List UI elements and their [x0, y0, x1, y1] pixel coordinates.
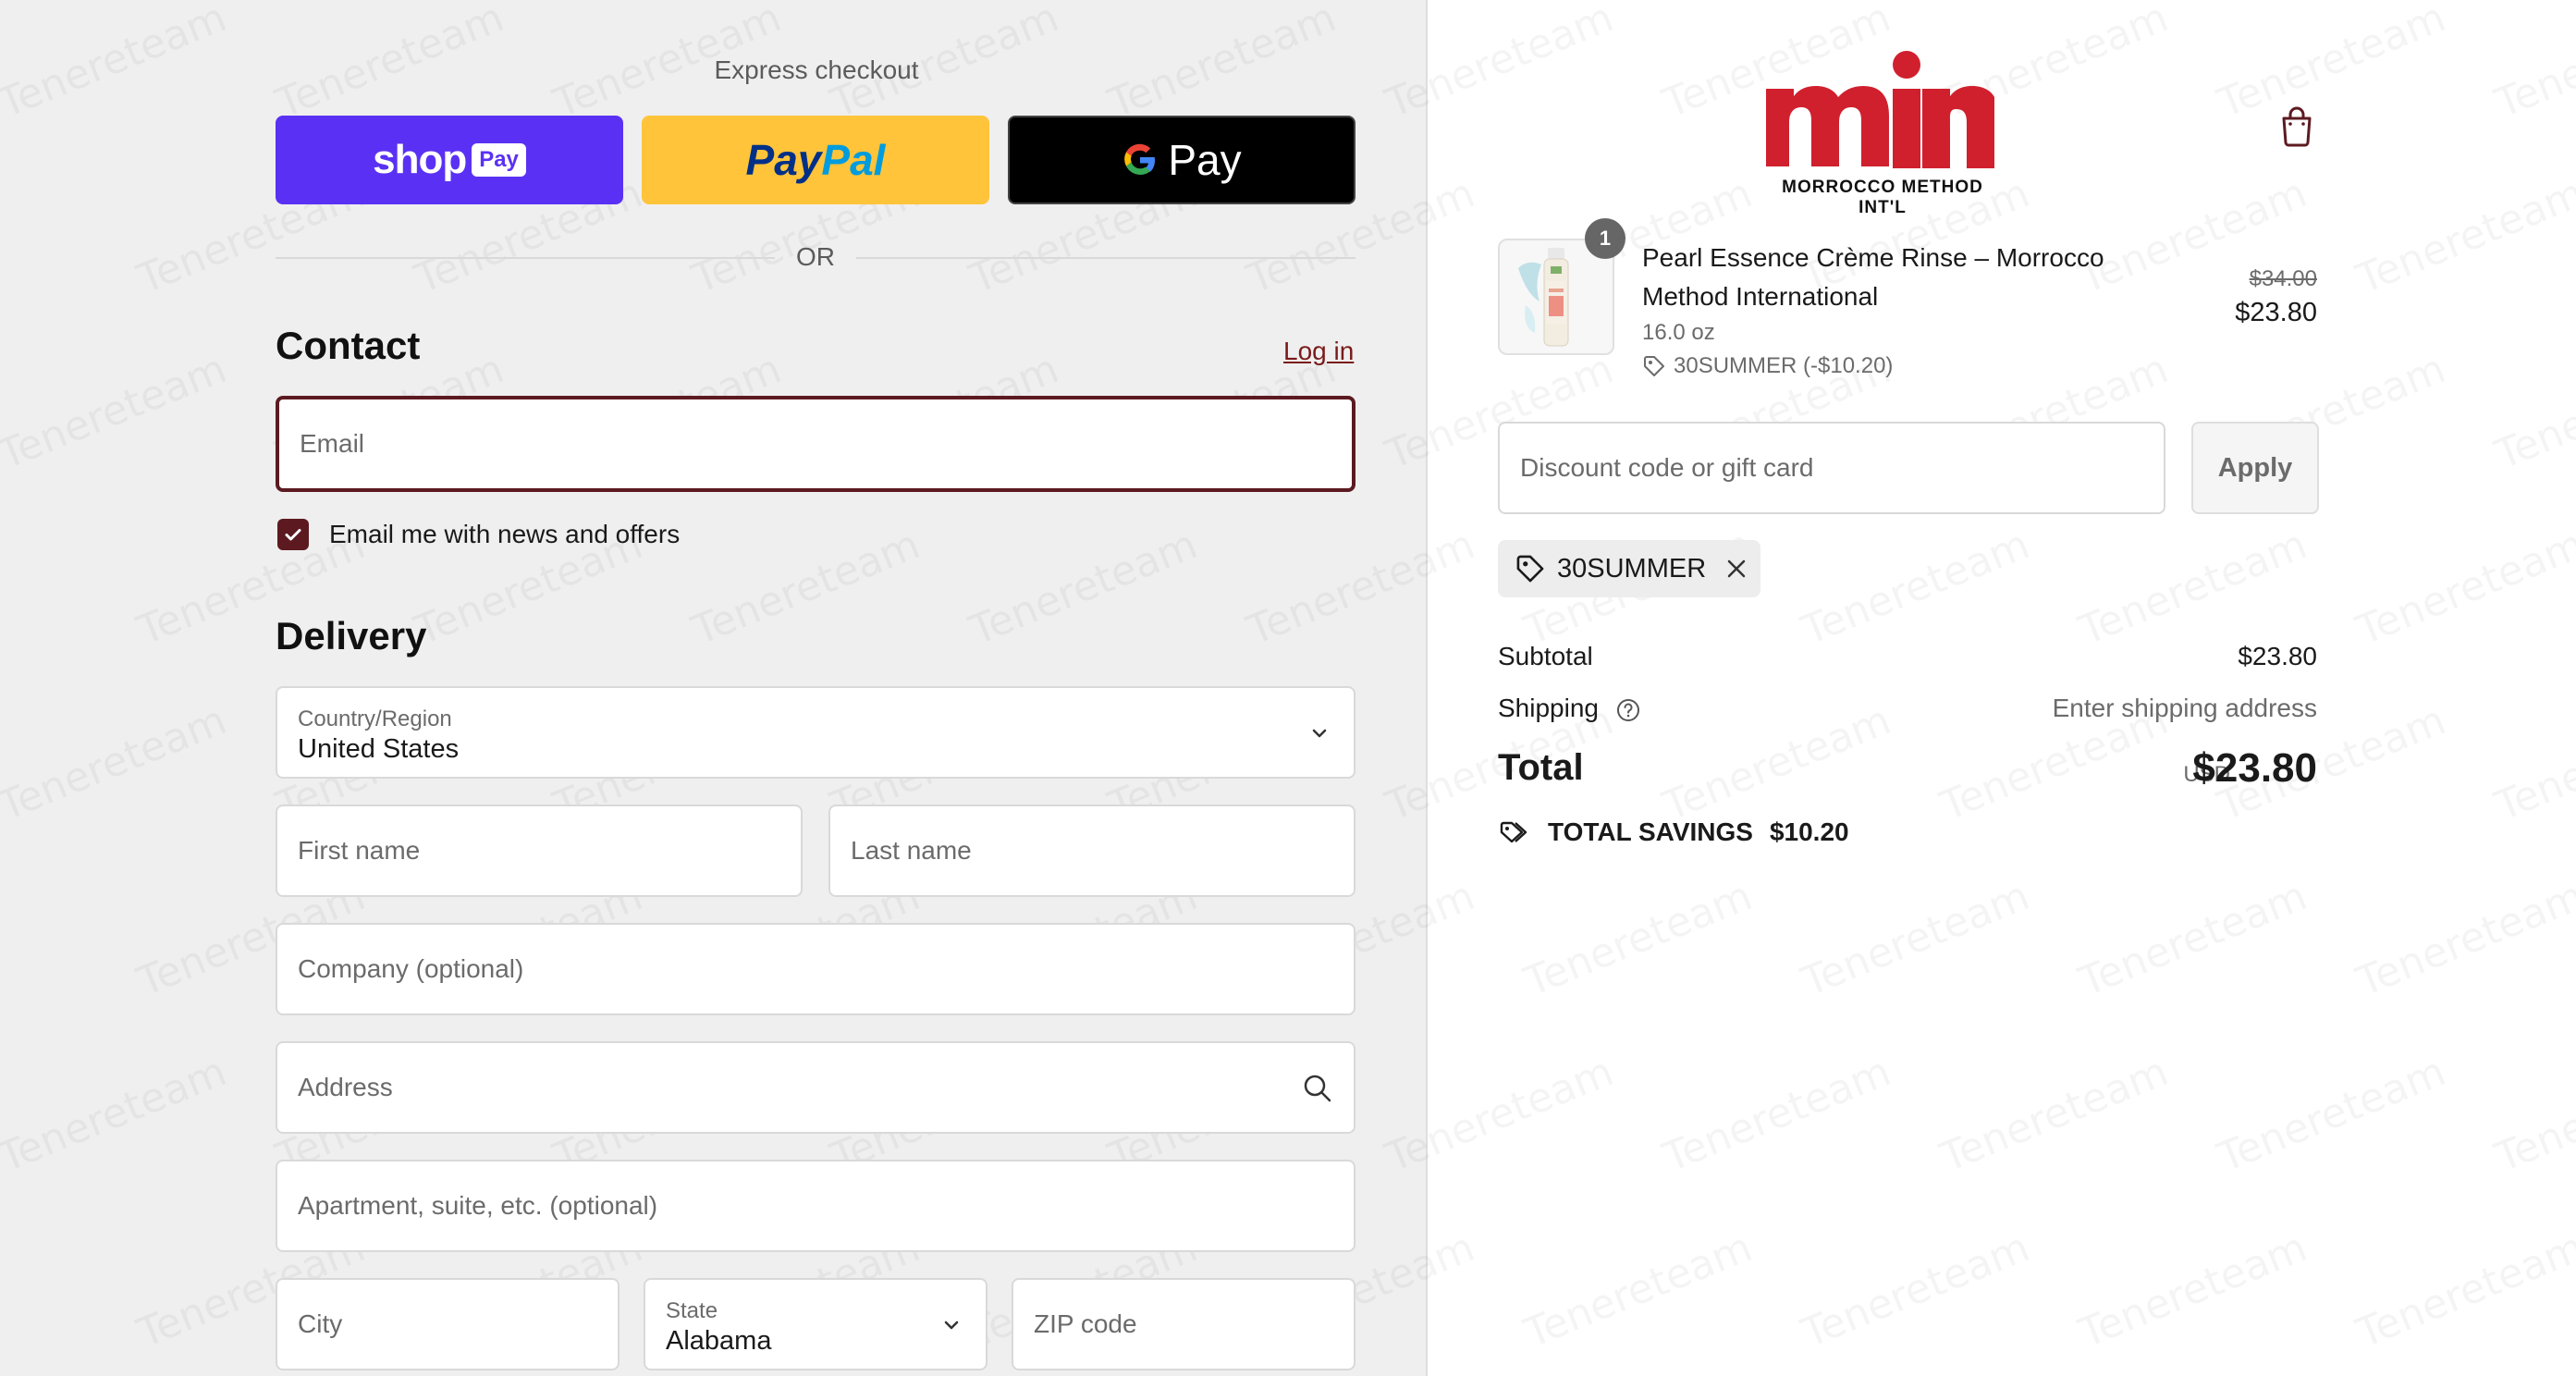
last-name-field[interactable] — [851, 806, 1333, 895]
chevron-down-icon — [944, 1321, 959, 1330]
checkmark-icon — [285, 529, 301, 541]
product-discount: 30SUMMER (-$10.20) — [1642, 353, 1893, 379]
tag-icon — [1644, 356, 1664, 376]
shipping-row-label: Shipping — [1498, 694, 1641, 723]
shipping-label: Shipping — [1498, 694, 1599, 722]
or-separator: OR — [276, 239, 1355, 276]
chevron-down-icon — [1312, 729, 1327, 738]
total-savings-label: TOTAL SAVINGS — [1548, 817, 1753, 846]
discount-code-field[interactable] — [1520, 424, 2143, 512]
applied-discount-code: 30SUMMER — [1557, 553, 1707, 584]
or-label: OR — [796, 242, 835, 271]
country-value: United States — [298, 734, 460, 764]
help-circle-icon[interactable] — [1615, 697, 1641, 723]
paypal-button[interactable]: Pay Pal — [642, 116, 989, 204]
shop-pay-badge: Pay — [472, 143, 526, 177]
contact-heading: Contact — [276, 324, 421, 367]
first-name-field-container — [276, 805, 803, 897]
express-checkout-title: Express checkout — [714, 55, 919, 84]
google-pay-label: Pay — [1168, 136, 1242, 184]
company-field-container — [276, 923, 1355, 1015]
google-g-icon — [1124, 143, 1156, 175]
first-name-field[interactable] — [298, 806, 780, 895]
shop-pay-button[interactable]: shop Pay — [276, 116, 623, 204]
country-label: Country/Region — [298, 706, 452, 731]
apply-discount-button[interactable]: Apply — [2191, 422, 2319, 514]
applied-discount-chip: 30SUMMER — [1498, 540, 1760, 597]
mim-logo-mark — [1766, 51, 1994, 168]
city-field[interactable] — [298, 1280, 597, 1369]
state-select[interactable]: State Alabama — [644, 1278, 987, 1370]
product-name: Pearl Essence Crème Rinse – Morrocco Met… — [1642, 243, 2104, 311]
discounted-price: $23.80 — [2235, 298, 2317, 327]
paypal-wordmark-pal: Pal — [821, 136, 886, 184]
address-field[interactable] — [298, 1043, 1280, 1132]
email-field[interactable] — [300, 399, 1331, 488]
newsletter-label: Email me with news and offers — [329, 520, 681, 548]
delivery-heading: Delivery — [276, 614, 427, 657]
last-name-field-container — [828, 805, 1355, 897]
subtotal-value: $23.80 — [2238, 642, 2317, 670]
search-icon[interactable] — [1302, 1073, 1333, 1104]
product-bottle-image — [1518, 248, 1569, 347]
brand-logo-subtitle: MORROCCO METHOD INT'L — [1782, 178, 1983, 217]
company-field[interactable] — [298, 925, 1333, 1014]
tag-icon — [1516, 555, 1544, 583]
address-field-container — [276, 1041, 1355, 1134]
product-discount-text: 30SUMMER (-$10.20) — [1674, 353, 1894, 378]
google-pay-button[interactable]: Pay — [1008, 116, 1355, 204]
brand-logo[interactable]: MORROCCO METHOD INT'L — [1762, 48, 2003, 217]
state-label: State — [666, 1298, 718, 1323]
shipping-value: Enter shipping address — [2052, 694, 2317, 722]
zip-field-container — [1012, 1278, 1355, 1370]
newsletter-checkbox[interactable] — [277, 519, 309, 550]
total-savings: TOTAL SAVINGS $10.20 — [1498, 817, 1849, 847]
shop-pay-wordmark: shop — [373, 137, 467, 182]
apartment-field[interactable] — [298, 1161, 1333, 1250]
quantity-badge: 1 — [1585, 218, 1625, 259]
zip-field[interactable] — [1034, 1280, 1333, 1369]
newsletter-option[interactable]: Email me with news and offers — [277, 516, 680, 553]
product-size: 16.0 oz — [1642, 320, 1715, 345]
original-price: $34.00 — [2249, 266, 2317, 291]
paypal-wordmark-pay: Pay — [745, 136, 822, 184]
email-field-container — [276, 396, 1355, 492]
discount-field-container — [1498, 422, 2165, 514]
country-select[interactable]: Country/Region United States — [276, 686, 1355, 779]
total-savings-value: $10.20 — [1769, 817, 1849, 846]
subtotal-label: Subtotal — [1498, 642, 1593, 670]
remove-discount-icon[interactable] — [1724, 557, 1748, 581]
state-value: Alabama — [666, 1326, 772, 1356]
shopping-bag-icon[interactable] — [2276, 104, 2317, 148]
log-in-link[interactable]: Log in — [1283, 337, 1354, 366]
city-field-container — [276, 1278, 619, 1370]
savings-tag-icon — [1500, 821, 1527, 843]
total-label: Total — [1498, 747, 1584, 788]
apartment-field-container — [276, 1160, 1355, 1252]
total-value: $23.80 — [2192, 745, 2317, 791]
